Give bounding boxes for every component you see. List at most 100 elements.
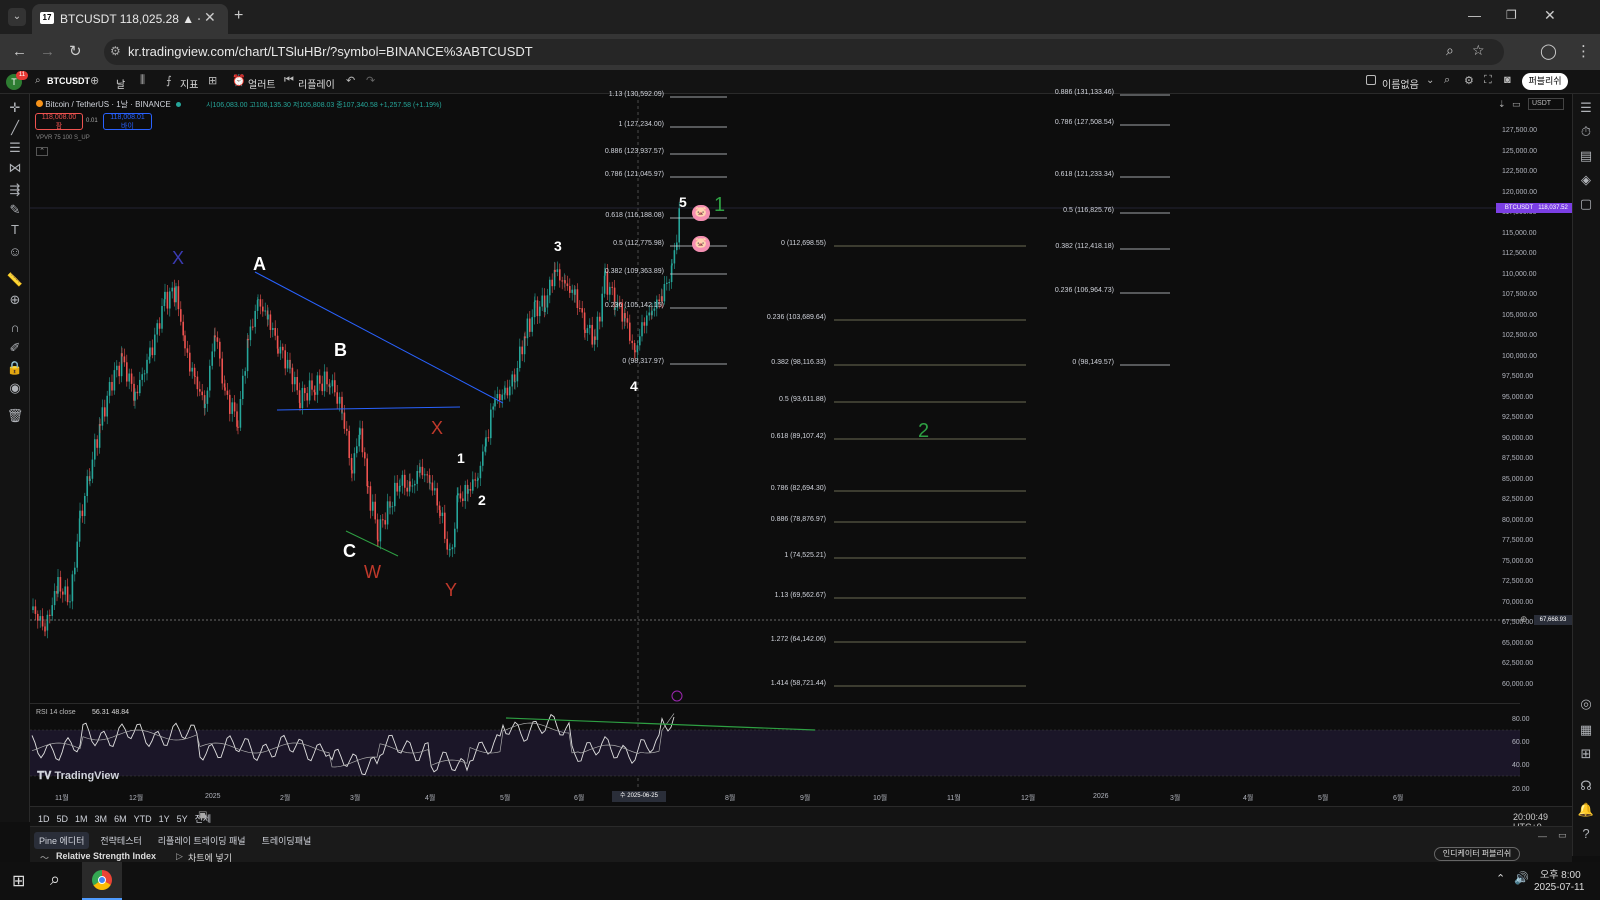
- undo-icon[interactable]: ↶: [346, 74, 355, 87]
- fib-level-label[interactable]: 1.272 (64,142.06): [771, 636, 826, 643]
- chart-pane[interactable]: Bitcoin / TetherUS · 1날 · BINANCE 시106,0…: [30, 94, 1572, 806]
- wave-label-big-2[interactable]: 2: [918, 420, 929, 443]
- tab-close-icon[interactable]: ✕: [204, 9, 216, 26]
- scale-settings-icon[interactable]: ⇣: [1498, 99, 1506, 110]
- fib-level-label[interactable]: 0.786 (82,694.30): [771, 485, 826, 492]
- wave-label-5[interactable]: 5: [679, 194, 687, 210]
- target-icon[interactable]: ◎: [1571, 694, 1600, 714]
- add-alert-plus-icon[interactable]: ⊕: [1520, 614, 1528, 625]
- reload-icon[interactable]: ↻: [69, 42, 82, 60]
- redo-icon[interactable]: ↷: [366, 74, 375, 87]
- wave-label-1[interactable]: 1: [457, 450, 465, 466]
- fullscreen-icon[interactable]: ⛶: [1484, 74, 1492, 87]
- maximize-panel-icon[interactable]: ▭: [1558, 830, 1567, 841]
- fib-level-label[interactable]: 0.236 (106,964.73): [1055, 287, 1114, 294]
- fib-level-label[interactable]: 0.786 (121,045.97): [605, 171, 664, 178]
- panel-tab[interactable]: 트레이딩패널: [257, 832, 317, 849]
- wave-label-w[interactable]: W: [364, 562, 381, 583]
- rsi-legend-label[interactable]: RSI 14 close: [36, 709, 76, 716]
- range-button[interactable]: 6M: [114, 814, 127, 824]
- symbol-search-icon[interactable]: ⌕: [35, 75, 41, 86]
- news-icon[interactable]: ▤: [1571, 146, 1600, 166]
- indicators-button[interactable]: 지표: [180, 76, 198, 91]
- templates-icon[interactable]: ⊞: [208, 74, 217, 87]
- bell-icon[interactable]: 🔔: [1571, 800, 1600, 820]
- fib-level-label[interactable]: 1.13 (69,562.67): [775, 592, 826, 599]
- ruler-icon[interactable]: 📏: [0, 270, 30, 290]
- vpvr-legend[interactable]: VPVR 75 100 S_UP: [36, 135, 90, 141]
- scale-mode-icon[interactable]: ▭: [1512, 99, 1521, 110]
- fib-level-label[interactable]: 0 (98,149.57): [1072, 359, 1114, 366]
- add-to-chart-icon[interactable]: ▷: [176, 851, 183, 862]
- projection-icon[interactable]: ⇶: [0, 180, 30, 200]
- site-info-icon[interactable]: ⚙: [110, 44, 121, 58]
- camera-icon[interactable]: ◙: [1504, 74, 1511, 86]
- fib-level-label[interactable]: 0.886 (123,937.57): [605, 148, 664, 155]
- taskbar-time[interactable]: 오후 8:00: [1540, 866, 1581, 881]
- panel-tab[interactable]: 전략테스터: [95, 832, 146, 849]
- crosshair-icon[interactable]: ✛: [0, 98, 30, 118]
- speaker-icon[interactable]: 🔊: [1514, 871, 1529, 885]
- fib-level-label[interactable]: 0 (112,698.55): [781, 240, 826, 247]
- profile-icon[interactable]: ◯: [1540, 42, 1557, 60]
- range-button[interactable]: 1M: [75, 814, 88, 824]
- panel-tab[interactable]: 리플레이 트레이딩 패널: [153, 832, 251, 849]
- minimize-panel-icon[interactable]: —: [1538, 831, 1547, 841]
- buy-button[interactable]: 118,008.01 바이: [103, 113, 152, 130]
- calendar-icon[interactable]: ▦: [1571, 720, 1600, 740]
- browser-tab-active[interactable]: 17 BTCUSDT 118,025.28 ▲ +1.74 ✕: [32, 4, 228, 34]
- fib-level-label[interactable]: 1 (74,525.21): [784, 552, 826, 559]
- wave-label-b[interactable]: B: [334, 340, 347, 361]
- range-button[interactable]: 5Y: [177, 814, 188, 824]
- currency-selector[interactable]: USDT: [1528, 98, 1564, 110]
- candle-type-icon[interactable]: ⫼: [140, 74, 145, 87]
- back-arrow-icon[interactable]: ←: [12, 43, 27, 60]
- range-button[interactable]: YTD: [134, 814, 152, 824]
- compare-add-icon[interactable]: ⊕: [90, 74, 99, 87]
- url-field[interactable]: ⚙ kr.tradingview.com/chart/LTSluHBr/?sym…: [104, 39, 1504, 65]
- window-close-icon[interactable]: ✕: [1544, 7, 1556, 24]
- chat-icon[interactable]: ▢: [1571, 194, 1600, 214]
- fib-level-label[interactable]: 0.886 (131,133.46): [1055, 89, 1114, 96]
- emoji-icon[interactable]: ☺: [0, 242, 30, 262]
- fib-level-label[interactable]: 0.5 (93,611.88): [779, 396, 826, 403]
- fib-level-label[interactable]: 0.618 (89,107.42): [771, 433, 826, 440]
- collapse-legend-icon[interactable]: ⌃: [36, 147, 48, 156]
- stay-drawing-icon[interactable]: ✐: [0, 338, 30, 358]
- alerts-clock-icon[interactable]: ⏱: [1571, 122, 1600, 142]
- fib-level-label[interactable]: 0.5 (116,825.76): [1063, 207, 1114, 214]
- range-button[interactable]: 1Y: [159, 814, 170, 824]
- settings-gear-icon[interactable]: ⚙: [1464, 74, 1474, 87]
- alert-clock-icon[interactable]: ⏰: [232, 74, 246, 87]
- rss-icon[interactable]: ☊: [1571, 776, 1600, 796]
- wave-label-x-red[interactable]: X: [431, 418, 443, 439]
- quick-search-icon[interactable]: ⌕: [1444, 74, 1450, 87]
- taskbar-search-icon[interactable]: ⌕: [50, 869, 60, 890]
- wave-label-2[interactable]: 2: [478, 492, 486, 508]
- symbol-name[interactable]: BTCUSDT: [47, 76, 90, 86]
- wave-label-c[interactable]: C: [343, 541, 356, 562]
- fib-level-label[interactable]: 0.382 (109,363.89): [605, 268, 664, 275]
- goto-date-icon[interactable]: ▣: [198, 810, 207, 821]
- lock-icon[interactable]: 🔒: [0, 358, 30, 378]
- wave-label-y[interactable]: Y: [445, 580, 457, 601]
- chevron-down-icon[interactable]: ⌄: [1426, 75, 1434, 86]
- browser-menu-icon[interactable]: ⋮: [1576, 42, 1591, 60]
- trendline-b-horizontal[interactable]: [276, 406, 461, 411]
- interval-selector[interactable]: 날: [116, 76, 125, 91]
- wave-label-x-blue[interactable]: X: [172, 248, 184, 269]
- new-tab-button[interactable]: +: [234, 7, 243, 25]
- zoom-search-icon[interactable]: ⌕: [1446, 42, 1454, 59]
- fib-level-label[interactable]: 0.618 (121,233.34): [1055, 171, 1114, 178]
- watchlist-icon[interactable]: ☰: [1571, 98, 1600, 118]
- fib-level-label[interactable]: 1.13 (130,592.09): [609, 91, 664, 98]
- publish-indicator-button[interactable]: 인디케이터 퍼블리쉬: [1434, 847, 1520, 861]
- replay-button[interactable]: 리플레이: [298, 76, 335, 91]
- event-lightning-icon[interactable]: [671, 690, 683, 702]
- restore-icon[interactable]: ❐: [1506, 8, 1517, 22]
- legend-pair[interactable]: Bitcoin / TetherUS · 1날 · BINANCE: [45, 100, 170, 109]
- wave-label-big-1[interactable]: 1: [714, 194, 725, 217]
- layout-checkbox-icon[interactable]: [1366, 75, 1376, 85]
- layers-icon[interactable]: ◈: [1571, 170, 1600, 190]
- minimize-icon[interactable]: —: [1468, 8, 1481, 23]
